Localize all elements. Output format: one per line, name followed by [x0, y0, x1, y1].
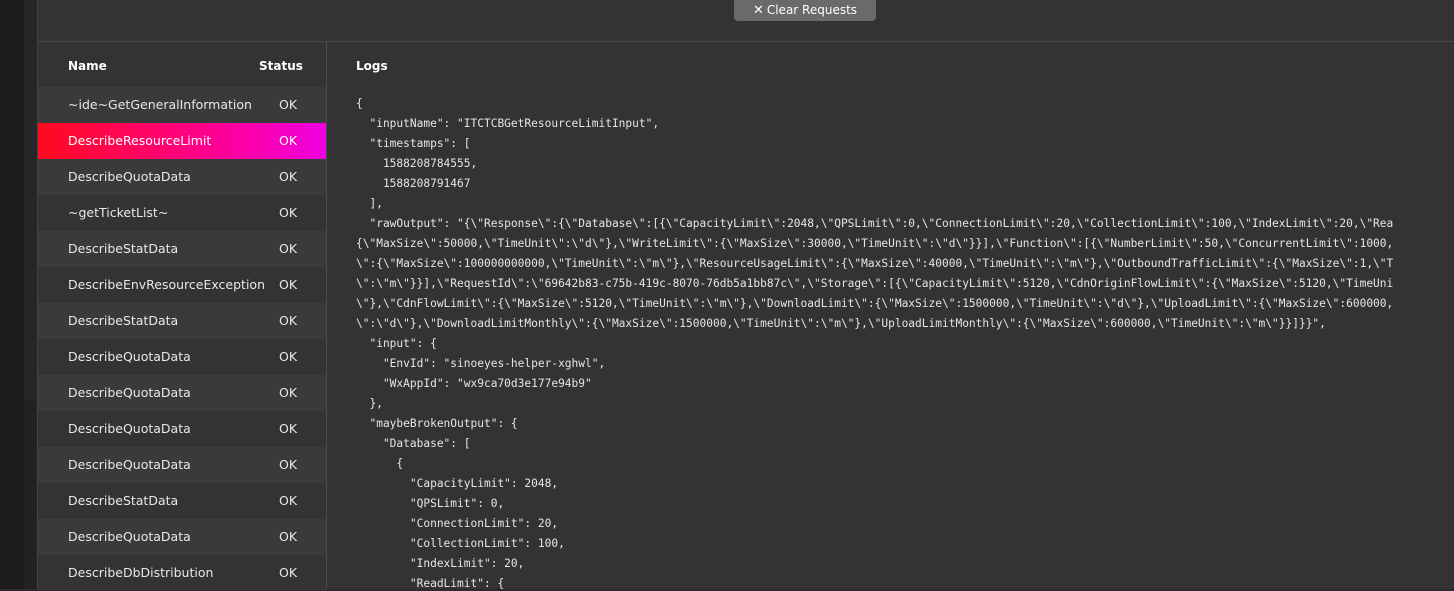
- left-gutter: [0, 0, 37, 589]
- request-status: OK: [279, 97, 298, 112]
- request-name: DescribeQuotaData: [68, 385, 191, 400]
- request-name: DescribeEnvResourceException: [68, 277, 265, 292]
- log-line: \":\"m\"}}],\"RequestId\":\"69642b83-c75…: [356, 277, 1394, 290]
- request-name: DescribeStatData: [68, 241, 179, 256]
- request-name: DescribeStatData: [68, 493, 179, 508]
- log-line: "timestamps": [: [356, 137, 471, 150]
- clear-requests-label: Clear Requests: [766, 3, 858, 17]
- log-line: 1588208784555,: [356, 157, 478, 170]
- log-line: \":{\"MaxSize\":100000000000,\"TimeUnit\…: [356, 257, 1394, 270]
- column-header-status: Status: [259, 59, 303, 73]
- request-status: OK: [279, 277, 298, 292]
- request-status: OK: [279, 385, 298, 400]
- request-status: OK: [279, 205, 298, 220]
- log-line: {\"MaxSize\":50000,\"TimeUnit\":\"d\"},\…: [356, 237, 1394, 250]
- clear-requests-button[interactable]: ✕ Clear Requests: [734, 0, 876, 21]
- log-line: "Database": [: [356, 437, 471, 450]
- log-line: \"},\"CdnFlowLimit\":{\"MaxSize\":5120,\…: [356, 297, 1394, 310]
- log-output[interactable]: { "inputName": "ITCTCBGetResourceLimitIn…: [356, 94, 1393, 589]
- logs-title: Logs: [356, 59, 388, 73]
- log-line: "input": {: [356, 337, 437, 350]
- request-row[interactable]: DescribeQuotaData OK: [38, 519, 326, 555]
- request-status: OK: [279, 421, 298, 436]
- request-row[interactable]: DescribeQuotaData OK: [38, 339, 326, 375]
- log-line: ],: [356, 197, 383, 210]
- request-status: OK: [279, 349, 298, 364]
- log-line: "ReadLimit": {: [356, 577, 505, 589]
- log-line: "IndexLimit": 20,: [356, 557, 525, 570]
- request-status: OK: [279, 169, 298, 184]
- request-name: DescribeDbDistribution: [68, 565, 214, 580]
- log-line: "maybeBrokenOutput": {: [356, 417, 518, 430]
- request-name: DescribeQuotaData: [68, 457, 191, 472]
- request-name: DescribeResourceLimit: [68, 133, 212, 148]
- logs-pane: Logs { "inputName": "ITCTCBGetResourceLi…: [327, 42, 1454, 589]
- log-line: {: [356, 97, 363, 110]
- request-name: DescribeStatData: [68, 313, 179, 328]
- request-name: DescribeQuotaData: [68, 169, 191, 184]
- log-line: "inputName": "ITCTCBGetResourceLimitInpu…: [356, 117, 660, 130]
- request-row[interactable]: DescribeDbDistribution OK: [38, 555, 326, 591]
- list-header: Name Status: [38, 42, 326, 87]
- log-line: "rawOutput": "{\"Response\":{\"Database\…: [356, 217, 1394, 230]
- request-status: OK: [279, 529, 298, 544]
- gutter-dark-strip: [0, 0, 24, 589]
- toolbar: ✕ Clear Requests: [38, 0, 1454, 42]
- request-name: ~getTicketList~: [68, 205, 169, 220]
- request-rows: ~ide~GetGeneralInformation OK DescribeReso…: [38, 87, 326, 591]
- requests-panel: ✕ Clear Requests Name Status ~ide~GetGene…: [37, 0, 1454, 591]
- request-status: OK: [279, 313, 298, 328]
- request-row[interactable]: DescribeQuotaData OK: [38, 447, 326, 483]
- request-name: DescribeQuotaData: [68, 529, 191, 544]
- request-row[interactable]: ~ide~GetGeneralInformation OK: [38, 87, 326, 123]
- request-row[interactable]: DescribeStatData OK: [38, 303, 326, 339]
- request-row[interactable]: DescribeQuotaData OK: [38, 159, 326, 195]
- request-row[interactable]: DescribeStatData OK: [38, 483, 326, 519]
- log-line: "CapacityLimit": 2048,: [356, 477, 559, 490]
- request-status: OK: [279, 457, 298, 472]
- log-line: {: [356, 457, 404, 470]
- log-line: "CollectionLimit": 100,: [356, 537, 565, 550]
- request-row[interactable]: ~getTicketList~ OK: [38, 195, 326, 231]
- request-name: DescribeQuotaData: [68, 349, 191, 364]
- request-row[interactable]: DescribeQuotaData OK: [38, 411, 326, 447]
- request-status: OK: [279, 133, 298, 148]
- request-status: OK: [279, 493, 298, 508]
- log-line: 1588208791467: [356, 177, 471, 190]
- log-line: },: [356, 397, 383, 410]
- request-row[interactable]: DescribeQuotaData OK: [38, 375, 326, 411]
- log-line: "QPSLimit": 0,: [356, 497, 505, 510]
- close-icon: ✕: [752, 3, 764, 18]
- log-line: "WxAppId": "wx9ca70d3e177e94b9": [356, 377, 592, 390]
- request-status: OK: [279, 241, 298, 256]
- gutter-strip: [24, 0, 37, 400]
- column-header-name: Name: [68, 59, 107, 73]
- request-name: ~ide~GetGeneralInformation: [68, 97, 252, 112]
- request-list: Name Status ~ide~GetGeneralInformation OK…: [38, 42, 327, 591]
- request-status: OK: [279, 565, 298, 580]
- log-line: "EnvId": "sinoeyes-helper-xghwl",: [356, 357, 606, 370]
- log-line: "ConnectionLimit": 20,: [356, 517, 559, 530]
- request-row[interactable]: DescribeStatData OK: [38, 231, 326, 267]
- request-name: DescribeQuotaData: [68, 421, 191, 436]
- request-row[interactable]: DescribeEnvResourceException OK: [38, 267, 326, 303]
- request-row[interactable]: DescribeResourceLimit OK: [38, 123, 326, 159]
- log-line: \":\"d\"},\"DownloadLimitMonthly\":{\"Ma…: [356, 317, 1326, 330]
